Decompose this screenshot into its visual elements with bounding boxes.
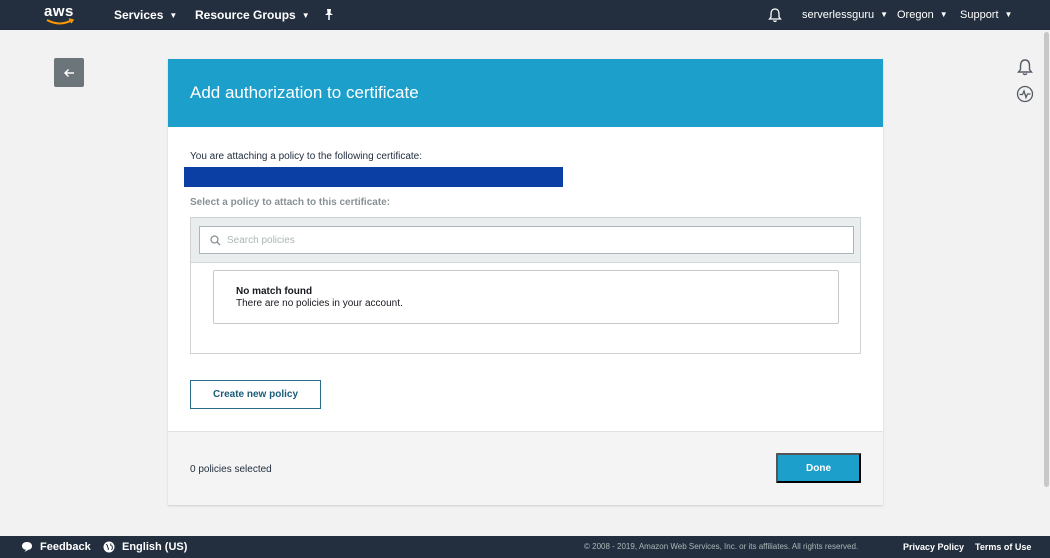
empty-state-title: No match found xyxy=(236,286,313,297)
chevron-down-icon: ▼ xyxy=(301,10,310,20)
services-menu[interactable]: Services ▼ xyxy=(114,0,177,30)
search-bar-area xyxy=(191,218,860,263)
page-scrollbar[interactable] xyxy=(1044,32,1049,487)
aws-logo[interactable]: aws xyxy=(44,3,76,27)
attach-instruction-label: You are attaching a policy to the follow… xyxy=(190,151,422,162)
search-input[interactable] xyxy=(227,231,827,249)
region-label: Oregon xyxy=(897,9,934,21)
done-button[interactable]: Done xyxy=(776,453,861,483)
panel-header: Add authorization to certificate xyxy=(168,59,883,127)
aws-smile-icon xyxy=(46,18,74,25)
search-field[interactable] xyxy=(199,226,854,254)
globe-icon xyxy=(103,541,115,553)
panel-footer: 0 policies selected Done xyxy=(168,431,883,505)
resource-groups-menu[interactable]: Resource Groups ▼ xyxy=(195,0,310,30)
chevron-down-icon: ▼ xyxy=(1004,10,1013,20)
empty-state-description: There are no policies in your account. xyxy=(236,298,403,309)
page-title: Add authorization to certificate xyxy=(190,83,419,102)
chevron-down-icon: ▼ xyxy=(939,10,948,20)
back-button[interactable] xyxy=(54,58,84,87)
certificate-id-redaction xyxy=(184,167,563,187)
search-icon xyxy=(210,235,221,246)
bottom-bar: Feedback English (US) © 2008 - 2019, Ama… xyxy=(0,536,1050,558)
feedback-link[interactable]: Feedback xyxy=(40,536,91,558)
bell-icon[interactable] xyxy=(768,7,782,23)
select-policy-label: Select a policy to attach to this certif… xyxy=(190,197,391,208)
support-menu[interactable]: Support ▼ xyxy=(960,0,1012,30)
account-menu[interactable]: serverlessguru ▼ xyxy=(802,0,888,30)
policies-selected-count: 0 policies selected xyxy=(190,464,272,475)
activity-icon[interactable] xyxy=(1016,85,1034,103)
chevron-down-icon: ▼ xyxy=(880,10,889,20)
bell-icon[interactable] xyxy=(1016,58,1034,76)
create-new-policy-button[interactable]: Create new policy xyxy=(190,380,321,409)
top-navigation-bar: aws Services ▼ Resource Groups ▼ serverles… xyxy=(0,0,1050,30)
region-menu[interactable]: Oregon ▼ xyxy=(897,0,948,30)
support-label: Support xyxy=(960,9,999,21)
account-label: serverlessguru xyxy=(802,9,875,21)
privacy-policy-link[interactable]: Privacy Policy xyxy=(903,536,964,558)
arrow-left-icon xyxy=(64,68,74,77)
chat-bubble-icon xyxy=(22,542,32,552)
resource-groups-label: Resource Groups xyxy=(195,8,296,22)
copyright-text: © 2008 - 2019, Amazon Web Services, Inc.… xyxy=(584,542,859,551)
terms-of-use-link[interactable]: Terms of Use xyxy=(975,536,1031,558)
services-label: Services xyxy=(114,8,164,22)
add-authorization-panel: Add authorization to certificate You are… xyxy=(168,59,883,505)
chevron-down-icon: ▼ xyxy=(169,10,178,20)
empty-state-card: No match found There are no policies in … xyxy=(213,270,839,324)
policy-list-container: No match found There are no policies in … xyxy=(190,217,861,354)
pushpin-icon[interactable] xyxy=(322,8,336,22)
language-selector[interactable]: English (US) xyxy=(122,536,187,558)
